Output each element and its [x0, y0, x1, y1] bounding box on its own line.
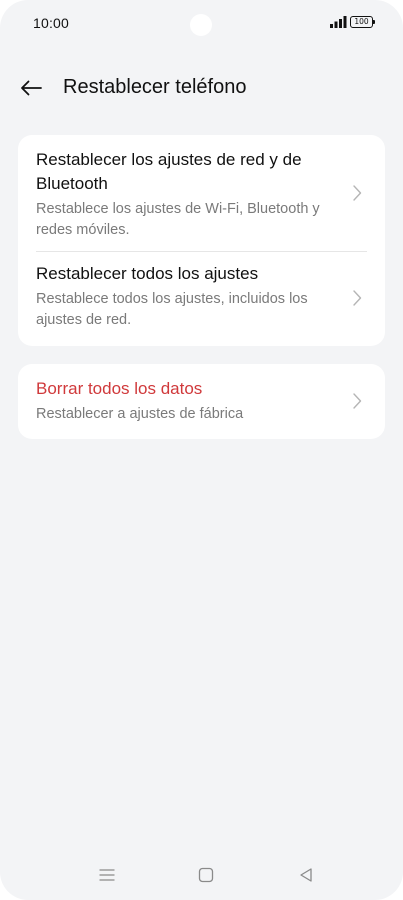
erase-all-data-item[interactable]: Borrar todos los datos Restablecer a aju… — [18, 364, 385, 439]
battery-icon: 100 — [350, 16, 376, 28]
app-header: Restablecer teléfono — [0, 66, 403, 110]
menu-icon — [99, 869, 115, 881]
back-button[interactable] — [14, 72, 48, 104]
chevron-right-icon — [353, 393, 362, 409]
item-title: Restablecer los ajustes de red y de Blue… — [36, 150, 302, 193]
home-button[interactable] — [194, 863, 218, 887]
home-icon — [198, 867, 214, 883]
reset-options-card: Restablecer los ajustes de red y de Blue… — [18, 135, 385, 346]
reset-network-bluetooth-item[interactable]: Restablecer los ajustes de red y de Blue… — [18, 135, 385, 251]
chevron-right-icon — [353, 185, 362, 201]
recent-apps-button[interactable] — [95, 863, 119, 887]
phone-screen: 10:00 100 Restablecer teléfono Restablec… — [0, 0, 403, 900]
page-title: Restablecer teléfono — [63, 76, 247, 98]
chevron-right-icon — [353, 290, 362, 306]
arrow-left-icon — [21, 80, 42, 96]
back-nav-button[interactable] — [294, 863, 318, 887]
item-subtitle: Restablece los ajustes de Wi-Fi, Bluetoo… — [36, 201, 320, 238]
item-title: Restablecer todos los ajustes — [36, 264, 259, 283]
status-bar: 10:00 100 — [0, 0, 403, 46]
item-subtitle: Restablecer a ajustes de fábrica — [36, 406, 244, 422]
item-subtitle: Restablece todos los ajustes, incluidos … — [36, 291, 308, 328]
front-camera — [190, 14, 212, 36]
signal-icon — [330, 16, 347, 28]
back-triangle-icon — [300, 868, 312, 882]
erase-data-card: Borrar todos los datos Restablecer a aju… — [18, 364, 385, 439]
navigation-bar — [0, 855, 403, 895]
item-title: Borrar todos los datos — [36, 379, 203, 398]
reset-all-settings-item[interactable]: Restablecer todos los ajustes Restablece… — [18, 252, 385, 346]
status-time: 10:00 — [33, 15, 70, 31]
battery-level: 100 — [350, 16, 373, 28]
